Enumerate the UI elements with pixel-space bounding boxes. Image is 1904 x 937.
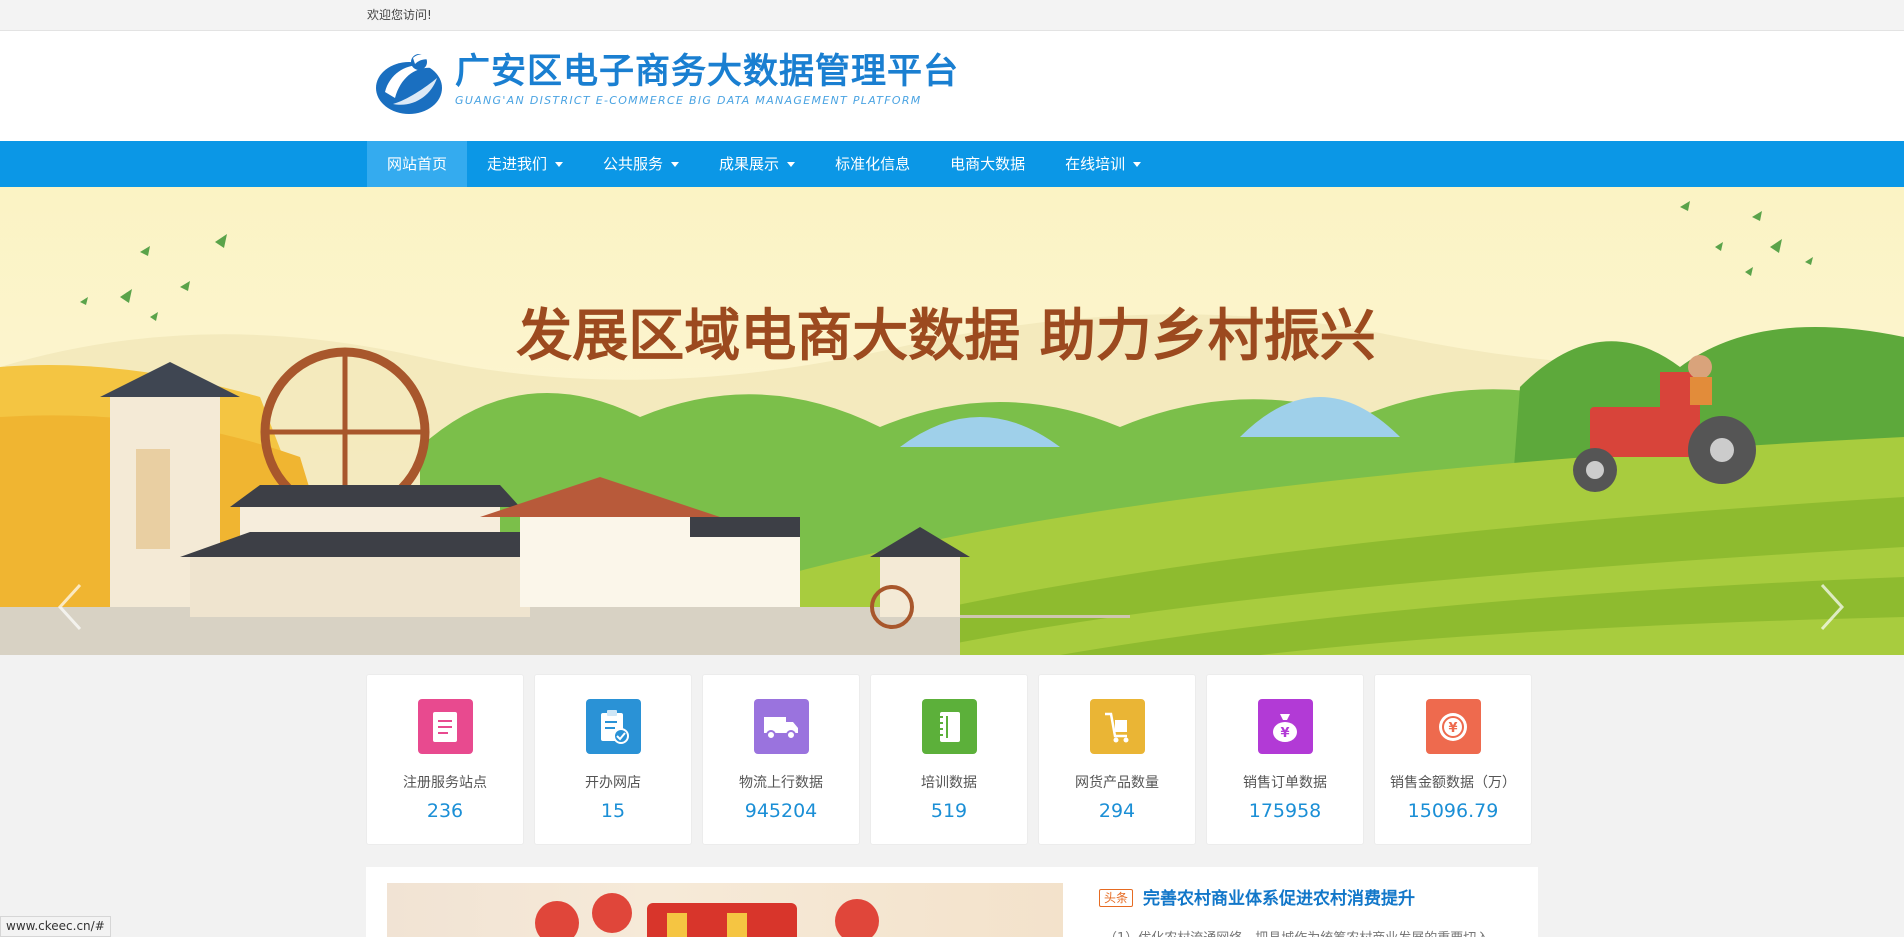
stat-card[interactable]: 开办网店 15 [534, 674, 692, 845]
stat-card[interactable]: ¥ 销售订单数据 175958 [1206, 674, 1364, 845]
banner-prev-arrow-icon[interactable] [52, 577, 92, 637]
money-bag-icon: ¥ [1257, 699, 1313, 754]
stats-row: 注册服务站点 236 开办网店 15 物流上行数据 945204 培训数据 51… [366, 674, 1532, 845]
chevron-down-icon [671, 162, 680, 167]
main-nav: 网站首页 走进我们 公共服务 成果展示 标准化信息 电商大数据 在线培训 [0, 141, 1904, 187]
site-header: 广安区电子商务大数据管理平台 GUANG'AN DISTRICT E-COMME… [0, 31, 1904, 141]
nav-item-online-training[interactable]: 在线培训 [1045, 141, 1161, 187]
nav-item-achievements[interactable]: 成果展示 [699, 141, 815, 187]
banner-illustration: 发展区域电商大数据 助力乡村振兴 [0, 187, 1904, 655]
headline-title[interactable]: 完善农村商业体系促进农村消费提升 [1143, 884, 1415, 909]
stat-label: 销售金额数据（万） [1390, 775, 1516, 791]
nav-item-public-services[interactable]: 公共服务 [583, 141, 699, 187]
banner-slogan: 发展区域电商大数据 助力乡村振兴 [516, 304, 1376, 369]
site-logo[interactable]: 广安区电子商务大数据管理平台 GUANG'AN DISTRICT E-COMME… [373, 48, 959, 120]
nav-item-about[interactable]: 走进我们 [467, 141, 583, 187]
stat-label: 培训数据 [921, 775, 977, 791]
truck-icon [753, 699, 809, 754]
notebook-icon [921, 699, 977, 754]
logo-mark-icon [376, 54, 442, 114]
document-icon [417, 699, 473, 754]
nav-item-home[interactable]: 网站首页 [367, 141, 468, 187]
stat-value: 945204 [744, 800, 818, 822]
stat-value: 294 [1098, 800, 1136, 822]
clipboard-check-icon [585, 699, 641, 754]
headline-tag: 头条 [1099, 889, 1134, 907]
stat-value: 236 [426, 800, 464, 822]
svg-text:¥: ¥ [1280, 726, 1289, 741]
stat-label: 开办网店 [585, 775, 641, 791]
stat-card[interactable]: ¥ 销售金额数据（万） 15096.79 [1374, 674, 1532, 845]
stat-card[interactable]: 网货产品数量 294 [1038, 674, 1196, 845]
stat-value: 175958 [1248, 800, 1322, 822]
nav-item-ecommerce-data[interactable]: 电商大数据 [930, 141, 1045, 187]
stat-label: 销售订单数据 [1243, 775, 1327, 791]
headline-news: 头条 完善农村商业体系促进农村消费提升 （1）优化农村流通网络，把县城作为统筹农… [366, 867, 1538, 937]
stat-value: 15096.79 [1407, 800, 1499, 822]
stat-card[interactable]: 物流上行数据 945204 [702, 674, 860, 845]
top-bar: 欢迎您访问! [0, 0, 1904, 31]
stat-card[interactable]: 培训数据 519 [870, 674, 1028, 845]
yen-coin-icon: ¥ [1425, 699, 1481, 754]
stat-label: 物流上行数据 [739, 775, 823, 791]
stat-label: 网货产品数量 [1075, 775, 1159, 791]
chevron-down-icon [1133, 162, 1142, 167]
news-image-art [535, 893, 879, 937]
stat-card[interactable]: 注册服务站点 236 [366, 674, 524, 845]
welcome-text: 欢迎您访问! [367, 8, 432, 22]
news-image[interactable] [387, 883, 1063, 937]
cart-box-icon [1089, 699, 1145, 754]
stat-value: 15 [600, 800, 626, 822]
stat-label: 注册服务站点 [403, 775, 487, 791]
chevron-down-icon [787, 162, 796, 167]
chevron-down-icon [555, 162, 564, 167]
svg-text:¥: ¥ [1448, 721, 1457, 736]
status-bar-url: www.ckeec.cn/# [0, 916, 111, 937]
banner-next-arrow-icon[interactable] [1810, 577, 1850, 637]
stat-value: 519 [930, 800, 968, 822]
headline-excerpt: （1）优化农村流通网络，把县城作为统筹农村商业发展的重要切入 [1104, 927, 1489, 937]
site-subtitle: GUANG'AN DISTRICT E-COMMERCE BIG DATA MA… [455, 94, 922, 107]
nav-item-standards[interactable]: 标准化信息 [815, 141, 930, 187]
site-title: 广安区电子商务大数据管理平台 [455, 52, 960, 92]
hero-banner[interactable]: 发展区域电商大数据 助力乡村振兴 [0, 187, 1904, 655]
